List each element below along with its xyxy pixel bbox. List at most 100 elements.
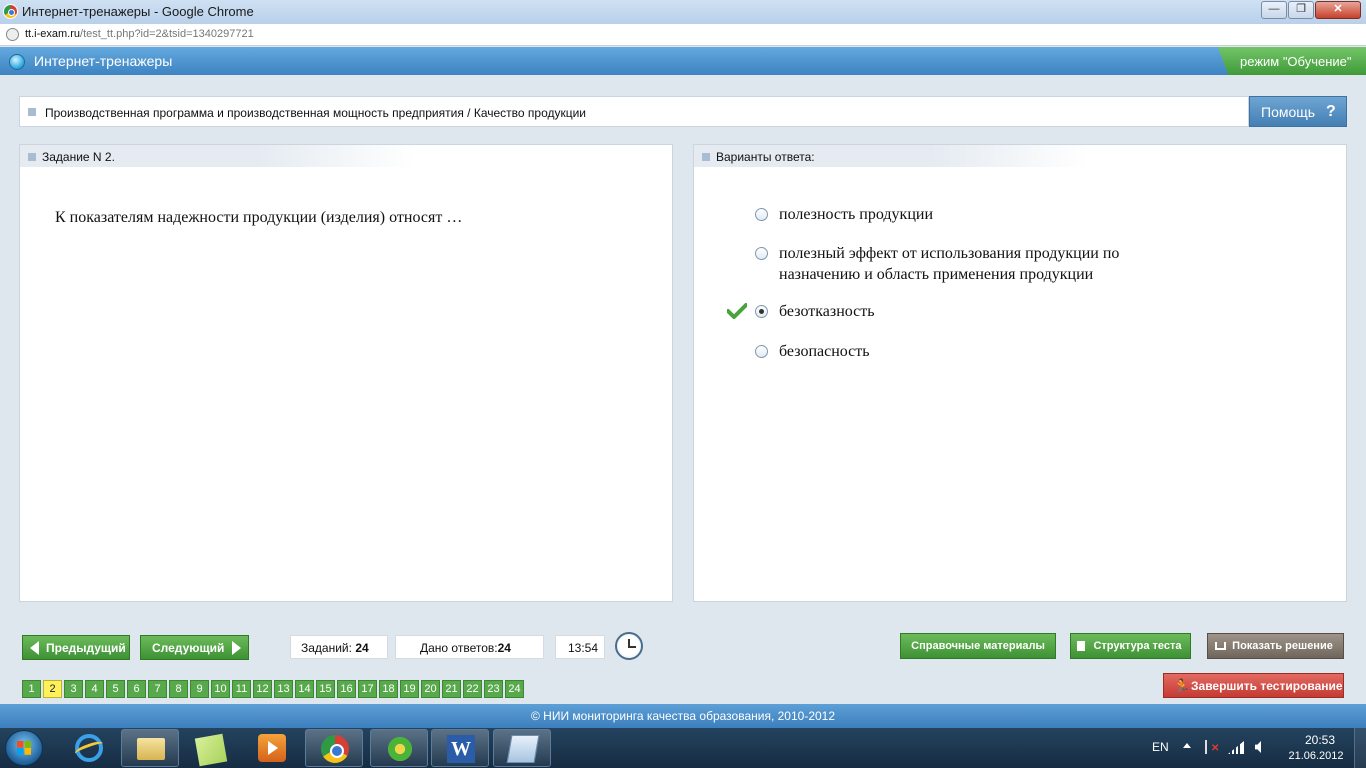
finish-label: Завершить тестирование (1191, 679, 1343, 693)
page-number-button[interactable]: 16 (337, 680, 356, 698)
correct-check-icon (727, 303, 747, 319)
show-solution-button[interactable]: Показать решение (1207, 633, 1344, 659)
reference-materials-button[interactable]: Справочные материалы (900, 633, 1056, 659)
clock-time[interactable]: 20:53 (1290, 733, 1350, 747)
tasks-value: 24 (355, 641, 369, 655)
answer-text: безопасность (779, 343, 870, 360)
icq-icon[interactable] (370, 729, 428, 767)
previous-label: Предыдущий (46, 641, 126, 655)
page-number-button[interactable]: 18 (379, 680, 398, 698)
start-button[interactable] (5, 730, 43, 766)
previous-button[interactable]: Предыдущий (22, 635, 130, 660)
page-number-button[interactable]: 9 (190, 680, 209, 698)
question-text: К показателям надежности продукции (изде… (55, 209, 463, 226)
chrome-logo-icon (3, 4, 18, 19)
page-number-button[interactable]: 21 (442, 680, 461, 698)
breadcrumb-text: Производственная программа и производств… (45, 106, 587, 120)
show-desktop-button[interactable] (1354, 728, 1366, 768)
minimize-button[interactable]: — (1261, 1, 1287, 19)
volume-icon[interactable] (1255, 741, 1261, 753)
question-mark-icon: ? (1326, 103, 1336, 120)
page-number-button[interactable]: 5 (106, 680, 125, 698)
help-label: Помощь (1261, 104, 1316, 120)
url-text[interactable]: tt.i-exam.ru/test_tt.php?id=2&tsid=13402… (25, 28, 254, 40)
word-icon[interactable]: W (431, 729, 489, 767)
media-player-icon[interactable] (243, 729, 301, 767)
book-icon (1215, 642, 1226, 650)
help-button[interactable]: Помощь ? (1249, 96, 1347, 127)
clock-date[interactable]: 21.06.2012 (1286, 750, 1346, 762)
maximize-button[interactable]: ❐ (1288, 1, 1314, 19)
square-bullet-icon (28, 108, 36, 116)
url-path: /test_tt.php?id=2&tsid=1340297721 (80, 28, 254, 40)
address-bar[interactable]: tt.i-exam.ru/test_tt.php?id=2&tsid=13402… (0, 24, 1366, 46)
arrow-right-icon (232, 641, 241, 655)
answers-panel-header: Варианты ответа: (694, 145, 1089, 167)
page-number-button[interactable]: 3 (64, 680, 83, 698)
answer-text: полезность продукции (779, 206, 934, 223)
show-hidden-icons-icon[interactable] (1183, 743, 1191, 748)
page-number-button[interactable]: 17 (358, 680, 377, 698)
page-number-button[interactable]: 4 (85, 680, 104, 698)
window-title: Интернет-тренажеры - Google Chrome (22, 4, 254, 19)
page-number-button[interactable]: 1 (22, 680, 41, 698)
page-icon (6, 28, 19, 41)
page-number-button[interactable]: 11 (232, 680, 251, 698)
answer-text: полезный эффект от использования продукц… (779, 245, 1120, 283)
windows-taskbar: W EN 20:53 21.06.2012 (0, 728, 1366, 768)
page-number-button[interactable]: 20 (421, 680, 440, 698)
answers-header: Варианты ответа: (716, 150, 815, 164)
windows-logo-icon (17, 741, 31, 755)
close-button[interactable]: ✕ (1315, 1, 1361, 19)
page-number-button[interactable]: 12 (253, 680, 272, 698)
page-number-button[interactable]: 8 (169, 680, 188, 698)
page-number-button[interactable]: 23 (484, 680, 503, 698)
arrow-left-icon (30, 641, 39, 655)
finish-test-button[interactable]: 🏃 Завершить тестирование (1163, 673, 1344, 698)
page-number-button[interactable]: 14 (295, 680, 314, 698)
page-number-button[interactable]: 10 (211, 680, 230, 698)
copyright-footer: © НИИ мониторинга качества образования, … (0, 704, 1366, 728)
answers-count: Дано ответов:24 (395, 635, 544, 659)
mode-badge: режим "Обучение" (1218, 47, 1366, 75)
app-title: Интернет-тренажеры (34, 53, 173, 69)
structure-label: Структура теста (1093, 640, 1182, 652)
task-number: Задание N 2. (42, 150, 115, 164)
radio-button[interactable] (755, 345, 768, 358)
language-indicator[interactable]: EN (1152, 740, 1169, 754)
clock-icon (615, 632, 643, 660)
answer-text: безотказность (779, 303, 875, 320)
tasks-count: Заданий: 24 (290, 635, 388, 659)
page-number-button[interactable]: 15 (316, 680, 335, 698)
internet-explorer-icon[interactable] (60, 729, 118, 767)
explorer-icon[interactable] (121, 729, 179, 767)
next-button[interactable]: Следующий (140, 635, 249, 660)
square-bullet-icon (702, 153, 710, 161)
breadcrumb: Производственная программа и производств… (19, 96, 1249, 127)
action-center-flag-icon[interactable] (1205, 740, 1219, 754)
solution-label: Показать решение (1232, 640, 1333, 652)
page-number-button[interactable]: 7 (148, 680, 167, 698)
next-label: Следующий (152, 641, 225, 655)
window-titlebar: Интернет-тренажеры - Google Chrome — ❐ ✕ (0, 0, 1366, 24)
answers-count-value: 24 (497, 641, 511, 655)
radio-button-selected[interactable] (755, 305, 768, 318)
notepad-icon[interactable] (493, 729, 551, 767)
test-structure-button[interactable]: Структура теста (1070, 633, 1191, 659)
page-number-button[interactable]: 22 (463, 680, 482, 698)
page-number-button[interactable]: 24 (505, 680, 524, 698)
radio-button[interactable] (755, 208, 768, 221)
page-number-button[interactable]: 6 (127, 680, 146, 698)
sticky-notes-icon[interactable] (182, 729, 240, 767)
page-number-button[interactable]: 13 (274, 680, 293, 698)
network-signal-icon[interactable] (1228, 741, 1244, 754)
url-domain: tt.i-exam.ru (25, 28, 81, 40)
page-number-button[interactable]: 19 (400, 680, 419, 698)
globe-logo-icon (9, 54, 25, 70)
answers-count-label: Дано ответов: (420, 641, 498, 655)
task-panel: Задание N 2. К показателям надежности пр… (19, 144, 673, 602)
radio-button[interactable] (755, 247, 768, 260)
runner-icon: 🏃 (1173, 678, 1191, 694)
page-number-button[interactable]: 2 (43, 680, 62, 698)
chrome-icon[interactable] (305, 729, 363, 767)
